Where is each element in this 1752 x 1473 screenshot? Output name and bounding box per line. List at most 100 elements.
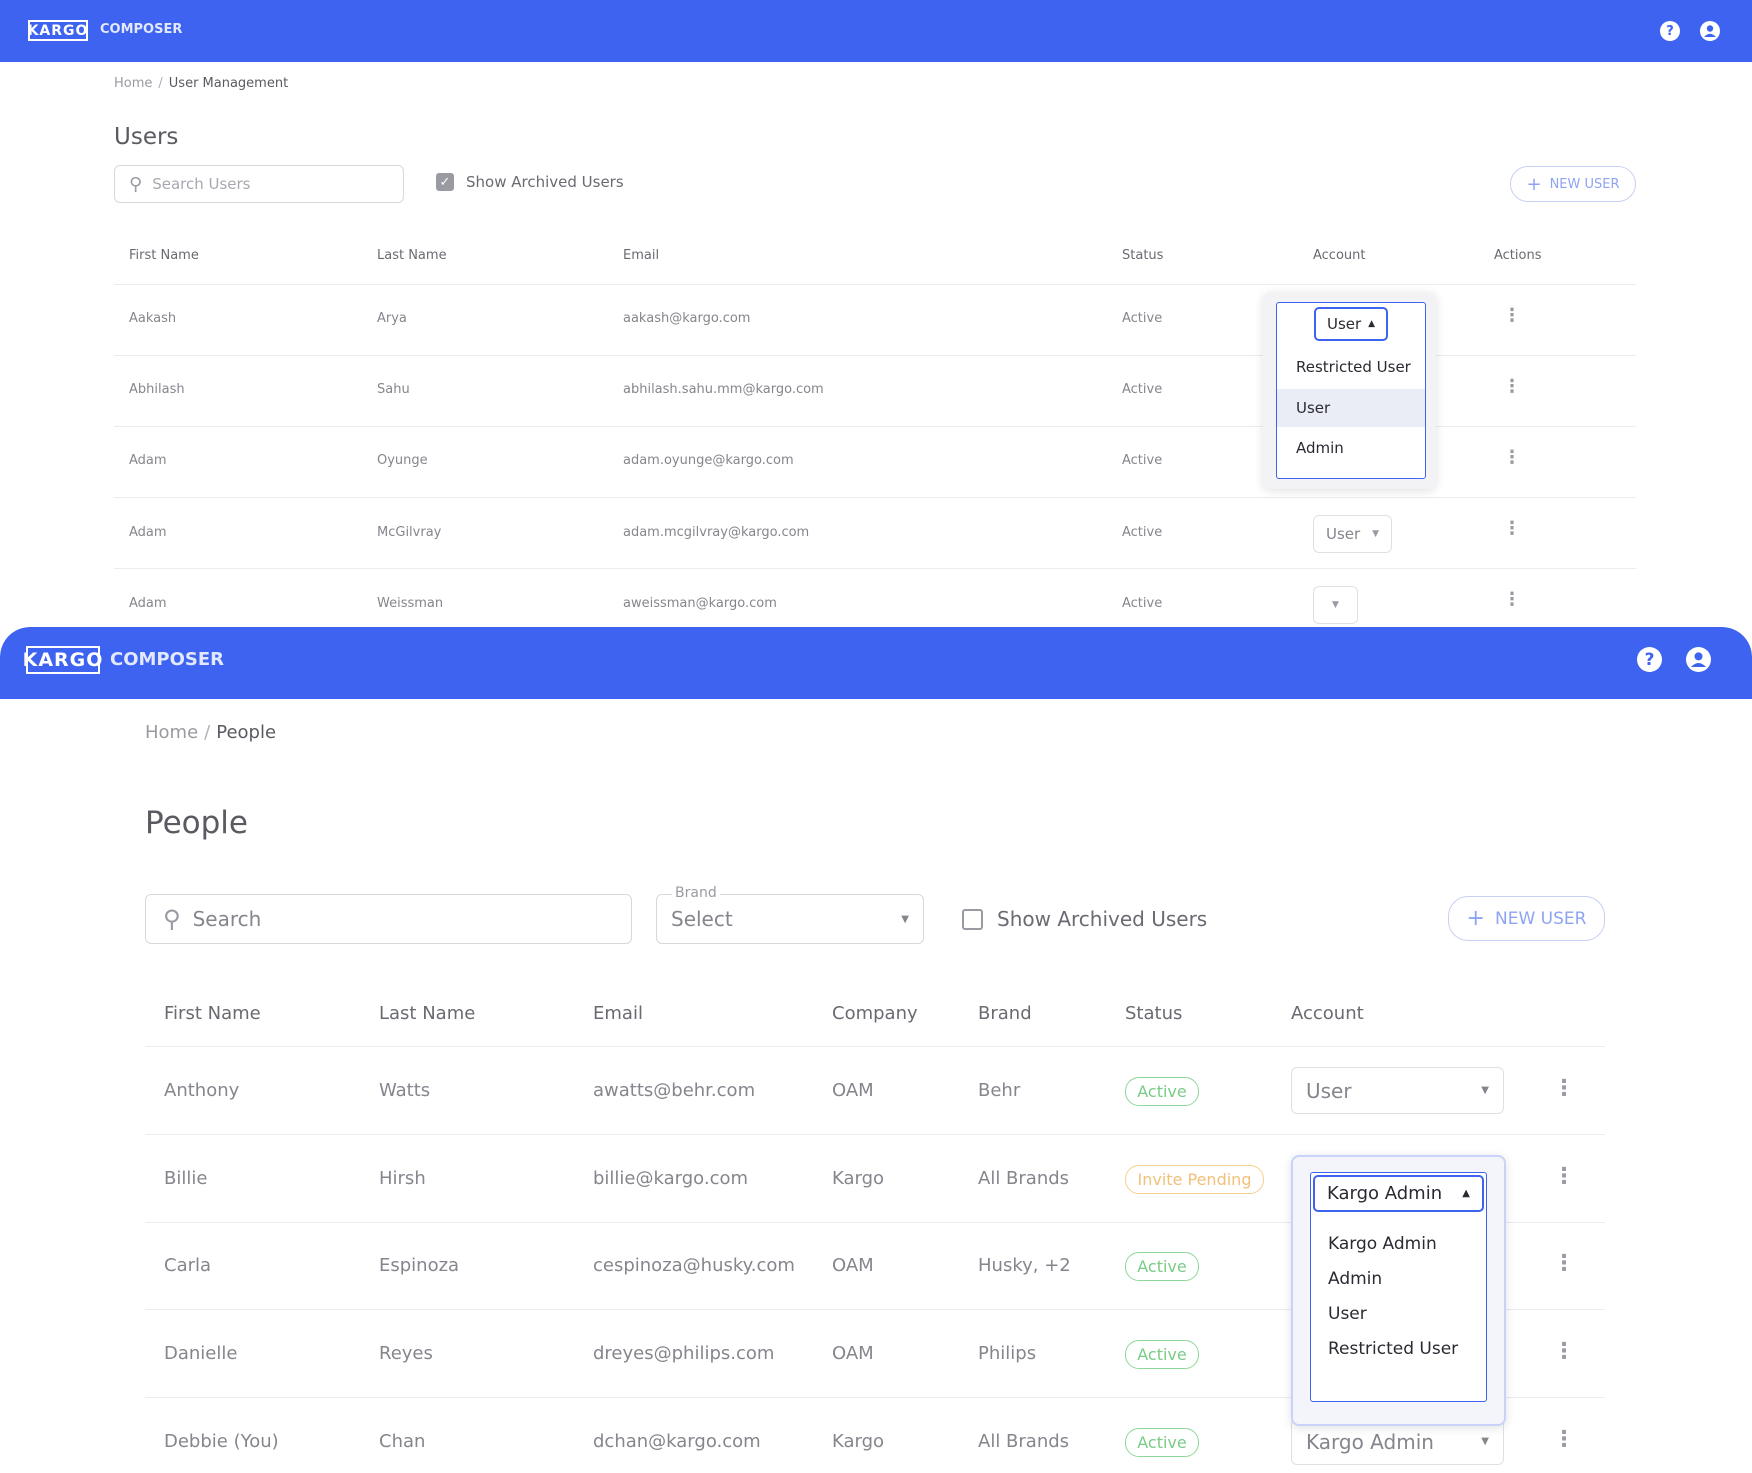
column-header-last-name[interactable]: Last Name xyxy=(379,1003,475,1024)
cell-email: cespinoza@husky.com xyxy=(593,1255,795,1276)
cell-last-name: Hirsh xyxy=(379,1168,426,1189)
column-header-email[interactable]: Email xyxy=(623,248,659,263)
status-badge: Active xyxy=(1125,1428,1199,1457)
status-badge: Active xyxy=(1125,1340,1199,1369)
checkbox-unchecked-icon[interactable] xyxy=(962,908,983,930)
search-placeholder: Search Users xyxy=(152,175,251,193)
help-icon[interactable]: ? xyxy=(1637,647,1662,672)
breadcrumb: Home / User Management xyxy=(114,76,289,91)
app-header: KARGO COMPOSER ? xyxy=(0,627,1752,699)
breadcrumb-current: People xyxy=(216,722,277,743)
people-screen: KARGO COMPOSER ? Home / People People ⚲ Se… xyxy=(0,627,1752,1473)
account-select[interactable]: User ▼ xyxy=(1313,515,1392,553)
app-name: COMPOSER xyxy=(110,649,225,670)
breadcrumb-home[interactable]: Home xyxy=(145,722,198,743)
cell-company: OAM xyxy=(832,1080,874,1101)
cell-email: dreyes@philips.com xyxy=(593,1343,775,1364)
help-icon[interactable]: ? xyxy=(1660,21,1680,41)
row-divider xyxy=(114,568,1636,569)
menu-option-kargo-admin[interactable]: Kargo Admin xyxy=(1311,1226,1486,1261)
new-user-label: NEW USER xyxy=(1494,908,1587,929)
account-icon[interactable] xyxy=(1700,21,1720,41)
menu-option-restricted-user[interactable]: Restricted User xyxy=(1277,347,1425,387)
brand-filter-label: Brand xyxy=(672,885,720,901)
column-header-account[interactable]: Account xyxy=(1291,1003,1364,1024)
cell-last-name: Sahu xyxy=(377,382,410,397)
row-actions-menu-icon[interactable]: ⋮ xyxy=(1553,1251,1575,1276)
account-select-value: User xyxy=(1326,525,1361,543)
row-actions-menu-icon[interactable]: ⋮ xyxy=(1502,376,1522,397)
caret-down-icon: ▼ xyxy=(901,913,909,925)
menu-option-user[interactable]: User xyxy=(1311,1296,1486,1331)
menu-option-restricted-user[interactable]: Restricted User xyxy=(1311,1331,1486,1366)
cell-email: aakash@kargo.com xyxy=(623,311,751,326)
page-title: Users xyxy=(114,124,179,150)
kargo-logo[interactable]: KARGO xyxy=(23,646,102,674)
account-select-open[interactable]: User ▲ xyxy=(1314,307,1388,341)
menu-option-user[interactable]: User xyxy=(1277,389,1425,427)
kargo-logo[interactable]: KARGO xyxy=(28,20,88,41)
cell-first-name: Danielle xyxy=(164,1343,238,1364)
cell-email: dchan@kargo.com xyxy=(593,1431,761,1452)
row-actions-menu-icon[interactable]: ⋮ xyxy=(1553,1076,1575,1101)
new-user-button[interactable]: + NEW USER xyxy=(1448,896,1605,941)
cell-last-name: Chan xyxy=(379,1431,426,1452)
row-actions-menu-icon[interactable]: ⋮ xyxy=(1553,1339,1575,1364)
cell-first-name: Aakash xyxy=(129,311,177,326)
column-header-status[interactable]: Status xyxy=(1122,248,1163,263)
column-header-account[interactable]: Account xyxy=(1313,248,1366,263)
row-actions-menu-icon[interactable]: ⋮ xyxy=(1502,589,1522,610)
show-archived-label: Show Archived Users xyxy=(997,907,1208,931)
row-actions-menu-icon[interactable]: ⋮ xyxy=(1502,447,1522,468)
caret-up-icon: ▲ xyxy=(1368,319,1375,329)
cell-brand: All Brands xyxy=(978,1431,1070,1452)
caret-down-icon: ▼ xyxy=(1481,1436,1489,1447)
new-user-label: NEW USER xyxy=(1549,176,1620,192)
row-actions-menu-icon[interactable]: ⋮ xyxy=(1553,1164,1575,1189)
row-actions-menu-icon[interactable]: ⋮ xyxy=(1502,518,1522,539)
menu-option-admin[interactable]: Admin xyxy=(1277,428,1425,468)
checkbox-checked-icon[interactable]: ✓ xyxy=(436,173,454,191)
caret-down-icon: ▼ xyxy=(1372,529,1379,539)
account-select-open[interactable]: Kargo Admin ▲ xyxy=(1313,1175,1484,1212)
cell-last-name: McGilvray xyxy=(377,525,442,540)
breadcrumb-current: User Management xyxy=(168,76,289,91)
plus-icon: + xyxy=(1526,173,1542,195)
status-badge: Active xyxy=(1125,1077,1199,1106)
menu-option-admin[interactable]: Admin xyxy=(1311,1261,1486,1296)
new-user-button[interactable]: + NEW USER xyxy=(1510,166,1636,202)
app-header: KARGO COMPOSER ? xyxy=(0,0,1752,62)
column-header-brand[interactable]: Brand xyxy=(978,1003,1032,1024)
row-actions-menu-icon[interactable]: ⋮ xyxy=(1553,1427,1575,1452)
account-select[interactable]: User ▼ xyxy=(1291,1067,1504,1114)
column-header-status[interactable]: Status xyxy=(1125,1003,1182,1024)
account-icon[interactable] xyxy=(1686,647,1711,672)
cell-email: aweissman@kargo.com xyxy=(623,596,777,611)
cell-first-name: Debbie (You) xyxy=(164,1431,279,1452)
column-header-last-name[interactable]: Last Name xyxy=(377,248,447,263)
row-divider xyxy=(145,1134,1605,1135)
breadcrumb-home[interactable]: Home xyxy=(114,76,152,91)
column-header-first-name[interactable]: First Name xyxy=(129,248,199,263)
caret-down-icon: ▼ xyxy=(1332,600,1339,610)
cell-first-name: Adam xyxy=(129,596,167,611)
show-archived-checkbox[interactable]: ✓ Show Archived Users xyxy=(436,173,624,191)
cell-last-name: Reyes xyxy=(379,1343,433,1364)
row-actions-menu-icon[interactable]: ⋮ xyxy=(1502,305,1522,326)
cell-last-name: Weissman xyxy=(377,596,444,611)
header-divider xyxy=(114,284,1636,285)
account-select[interactable]: ▼ xyxy=(1313,586,1358,624)
cell-brand: Philips xyxy=(978,1343,1037,1364)
cell-status: Active xyxy=(1122,525,1163,540)
search-input[interactable]: ⚲ Search xyxy=(145,894,632,944)
brand-filter-select[interactable]: Select ▼ xyxy=(656,894,924,944)
cell-email: adam.oyunge@kargo.com xyxy=(623,453,794,468)
search-input[interactable]: ⚲ Search Users xyxy=(114,165,404,203)
column-header-company[interactable]: Company xyxy=(832,1003,918,1024)
column-header-email[interactable]: Email xyxy=(593,1003,643,1024)
cell-last-name: Espinoza xyxy=(379,1255,460,1276)
account-dropdown-menu: User ▲ Restricted User User Admin xyxy=(1276,302,1426,479)
show-archived-checkbox[interactable]: Show Archived Users xyxy=(962,907,1207,931)
column-header-first-name[interactable]: First Name xyxy=(164,1003,261,1024)
page-title: People xyxy=(145,805,248,841)
